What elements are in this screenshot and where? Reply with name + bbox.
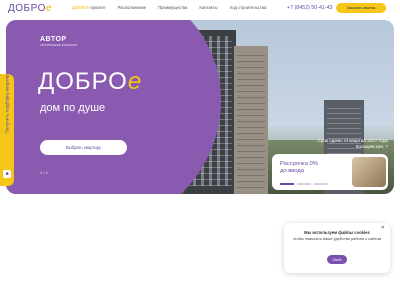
nav-item-about[interactable]: ДОБРОе проекте bbox=[72, 5, 106, 10]
cookie-title: Мы используем файлы cookies bbox=[304, 230, 370, 235]
hero-purple-shape bbox=[6, 20, 221, 194]
developer-logo: АВТОР bbox=[40, 36, 67, 43]
deadline-info: Срок сдачи: III квартал 2027 года Кольце… bbox=[308, 138, 389, 150]
logo[interactable]: ДОБРОе bbox=[8, 3, 52, 14]
nav-item-location[interactable]: Расположение bbox=[118, 5, 146, 10]
cookie-text: чтобы повысить ваше удобство работы с са… bbox=[292, 236, 382, 241]
page: ДОБРОе ДОБРОе проекте Расположение Преим… bbox=[0, 0, 400, 281]
hero-title-main: ДОБРО bbox=[38, 68, 128, 95]
cookie-accept-button[interactable]: Окей bbox=[327, 255, 347, 264]
promo-dot[interactable] bbox=[280, 183, 294, 185]
promo-text: Рассрочка 0% до ввода bbox=[280, 161, 318, 174]
call-request-button[interactable]: Заказать звонок bbox=[336, 3, 386, 13]
choose-apartment-button[interactable]: Выбрать квартиру bbox=[40, 140, 127, 155]
cookie-notice: ✕ Мы используем файлы cookies чтобы повы… bbox=[284, 223, 390, 273]
hero-title: ДОБРОе bbox=[38, 68, 142, 96]
nav-item-construction[interactable]: Ход строительства bbox=[229, 5, 266, 10]
logo-accent: е bbox=[45, 3, 52, 14]
main-nav: ДОБРОе проекте Расположение Преимущества… bbox=[72, 5, 278, 10]
developer-logo-sub: СТРОИТЕЛЬНАЯ КОМПАНИЯ bbox=[40, 44, 77, 47]
logo-main: ДОБРО bbox=[8, 3, 46, 14]
chat-icon[interactable]: ■ bbox=[3, 170, 11, 178]
building-image-side bbox=[234, 46, 268, 194]
nav-item-contacts[interactable]: Контакты bbox=[199, 5, 217, 10]
promo-dot[interactable] bbox=[314, 183, 328, 185]
promo-dot[interactable] bbox=[297, 183, 311, 185]
header: ДОБРОе ДОБРОе проекте Расположение Преим… bbox=[0, 0, 400, 16]
hero-title-accent: е bbox=[127, 68, 143, 95]
promo-image bbox=[352, 157, 386, 187]
deadline-address: Кольцевская, 7 bbox=[355, 144, 388, 149]
apartment-selection-tab-label: Получить подборку квартир bbox=[4, 74, 10, 134]
promo-pagination bbox=[280, 183, 328, 185]
hero-banner: АВТОР СТРОИТЕЛЬНАЯ КОМПАНИЯ ДОБРОе дом п… bbox=[6, 20, 394, 194]
slider-counter[interactable]: 1 / 4 bbox=[40, 170, 48, 175]
nav-item-about-label: проекте bbox=[89, 5, 106, 10]
hero-subtitle: дом по душе bbox=[40, 102, 106, 114]
phone-link[interactable]: +7 (8452) 50-41-43 bbox=[287, 5, 333, 11]
promo-card[interactable]: Рассрочка 0% до ввода bbox=[272, 154, 388, 190]
nav-item-about-brand: ДОБРОе bbox=[72, 5, 90, 10]
nav-item-advantages[interactable]: Преимущества bbox=[158, 5, 187, 10]
